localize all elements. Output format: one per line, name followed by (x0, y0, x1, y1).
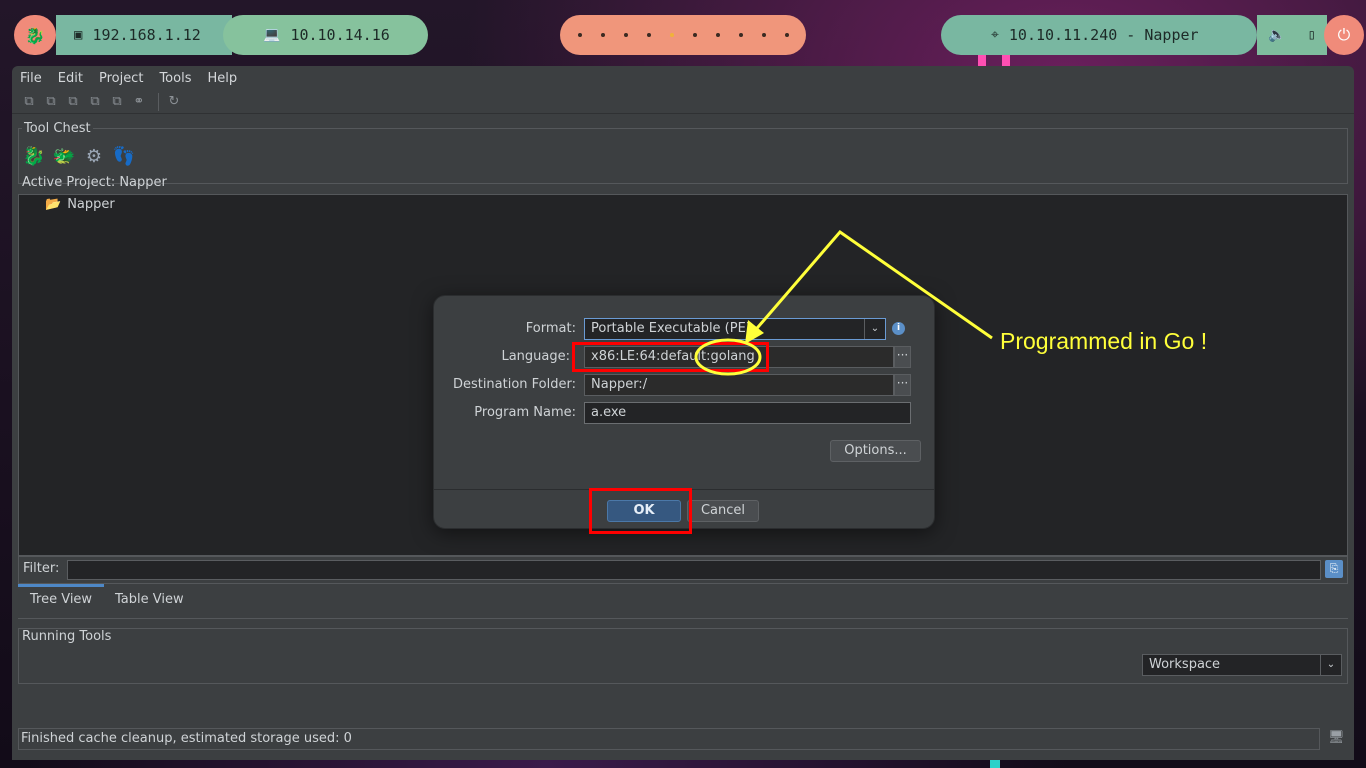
format-value: Portable Executable (PE) (591, 321, 751, 336)
refresh-icon[interactable]: ↻ (165, 94, 183, 110)
gears-icon[interactable]: ⚙ (82, 144, 106, 168)
tool-chest-icons: 🐉 🐲 ⚙ 👣 (22, 144, 136, 168)
project-new-icon[interactable]: ⧉ (20, 94, 38, 110)
project-delete-icon[interactable]: ⧉ (108, 94, 126, 110)
network-icon: ▣ (74, 27, 83, 43)
laptop-icon: 💻 (263, 27, 281, 43)
workspace-dot[interactable] (784, 33, 789, 37)
tab-table-view[interactable]: Table View (115, 592, 184, 607)
cancel-button[interactable]: Cancel (687, 500, 759, 522)
destination-label: Destination Folder: (452, 377, 576, 392)
view-tabs: Tree View Table View (18, 584, 1348, 619)
power-icon: ⏻ (1337, 25, 1351, 44)
format-select[interactable]: Portable Executable (PE) ⌄ (584, 318, 886, 340)
tool-chest-panel (18, 128, 1348, 184)
workspace-switcher[interactable] (560, 15, 806, 55)
workspace-dot[interactable] (715, 33, 720, 37)
chevron-down-icon: ⌄ (1320, 655, 1341, 675)
options-button[interactable]: Options... (830, 440, 921, 462)
battery-icon: ▯ (1307, 27, 1316, 43)
destination-field: Napper:/ (584, 374, 894, 396)
running-tools-title: Running Tools (22, 629, 112, 644)
workspace-dot[interactable] (761, 33, 766, 37)
status-bar: Finished cache cleanup, estimated storag… (18, 728, 1320, 750)
target-text: 10.10.11.240 - Napper (1008, 26, 1199, 44)
active-project-title: Active Project: Napper (22, 175, 167, 190)
launcher-button[interactable]: 🐉 (14, 15, 56, 55)
menu-project[interactable]: Project (91, 71, 151, 86)
filter-row: Filter: ⎘ (18, 556, 1348, 584)
language-highlight-box (572, 342, 769, 372)
folder-label: Napper (67, 197, 115, 212)
menu-tools[interactable]: Tools (151, 71, 199, 86)
workspace-dot[interactable] (623, 33, 628, 37)
info-icon[interactable]: i (892, 322, 905, 335)
destination-value: Napper:/ (591, 377, 648, 392)
tool-chest-title: Tool Chest (22, 121, 93, 136)
toolbar-divider (158, 92, 159, 111)
ok-highlight-box (589, 488, 692, 534)
workspace-dot[interactable] (577, 33, 582, 37)
vpn-ip-text: 10.10.14.16 (290, 26, 390, 44)
power-button[interactable]: ⏻ (1324, 15, 1364, 55)
program-name-input[interactable]: a.exe (584, 402, 911, 424)
format-label: Format: (525, 321, 576, 336)
chevron-down-icon: ⌄ (864, 319, 885, 339)
workspace-select[interactable]: Workspace ⌄ (1142, 654, 1342, 676)
link-icon[interactable]: ⚭ (130, 94, 148, 110)
toolbar: ⧉ ⧉ ⧉ ⧉ ⧉ ⚭ ↻ (12, 90, 1354, 114)
annotation-text: Programmed in Go ! (1000, 328, 1208, 354)
debugger-dragon-icon[interactable]: 🐲 (52, 144, 76, 168)
status-message: Finished cache cleanup, estimated storag… (21, 731, 352, 746)
workspace-dot[interactable] (738, 33, 743, 37)
workspace-dot-active[interactable] (669, 33, 674, 37)
footprints-icon[interactable]: 👣 (112, 144, 136, 168)
menu-file[interactable]: File (12, 71, 50, 86)
workspace-dot[interactable] (600, 33, 605, 37)
vpn-ip-widget: 💻 10.10.14.16 (223, 15, 428, 55)
language-browse-button[interactable]: ··· (894, 346, 911, 368)
menu-bar: File Edit Project Tools Help (12, 66, 1354, 90)
console-monitor-icon[interactable]: 🖥 (1328, 730, 1346, 746)
destination-browse-button[interactable]: ··· (894, 374, 911, 396)
language-label: Language: (501, 349, 570, 364)
dragon-icon: 🐉 (25, 25, 45, 45)
workspace-value: Workspace (1149, 657, 1221, 672)
filter-input[interactable] (67, 560, 1321, 580)
menu-help[interactable]: Help (199, 71, 245, 86)
project-open-icon[interactable]: ⧉ (42, 94, 60, 110)
active-tab-indicator (18, 584, 104, 587)
filter-options-icon[interactable]: ⎘ (1325, 560, 1343, 578)
program-name-label: Program Name: (474, 405, 576, 420)
system-tray: 🔈 ▯ (1257, 15, 1327, 55)
workspace-dot[interactable] (646, 33, 651, 37)
local-ip-text: 192.168.1.12 (92, 26, 201, 44)
project-save-icon[interactable]: ⧉ (86, 94, 104, 110)
program-name-value: a.exe (591, 405, 627, 420)
folder-open-icon: 📂 (45, 197, 62, 212)
menu-edit[interactable]: Edit (50, 71, 91, 86)
volume-icon[interactable]: 🔈 (1268, 27, 1285, 43)
filter-label: Filter: (23, 561, 60, 576)
workspace-dot[interactable] (692, 33, 697, 37)
codebrowser-dragon-icon[interactable]: 🐉 (22, 144, 46, 168)
local-ip-widget: ▣ 192.168.1.12 (56, 15, 232, 55)
target-widget: ⌖ 10.10.11.240 - Napper (941, 15, 1257, 55)
tab-tree-view[interactable]: Tree View (30, 592, 92, 607)
project-root-folder[interactable]: 📂 Napper (45, 197, 115, 212)
crosshair-icon: ⌖ (991, 27, 999, 43)
project-close-icon[interactable]: ⧉ (64, 94, 82, 110)
